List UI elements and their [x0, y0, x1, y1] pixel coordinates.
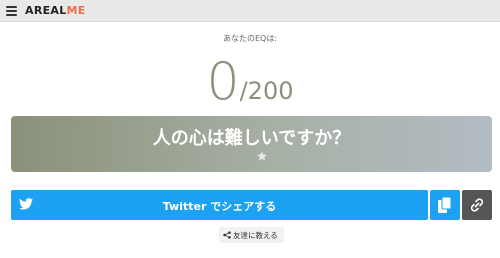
hamburger-menu-icon[interactable]	[6, 6, 17, 16]
logo-main-text: AREAL	[25, 4, 67, 17]
site-logo[interactable]: AREALME	[25, 4, 86, 17]
star-icon	[257, 151, 267, 161]
copy-button[interactable]	[430, 190, 460, 220]
twitter-share-button[interactable]: Twitter でシェアする	[11, 190, 428, 220]
twitter-share-label: Twitter でシェアする	[162, 200, 277, 213]
tell-friends-label: 友達に教える	[233, 231, 278, 240]
eq-score: 0/200	[0, 56, 500, 108]
score-value: 0	[206, 52, 240, 112]
score-max: /200	[239, 77, 294, 105]
copy-icon	[438, 197, 452, 213]
copy-link-button[interactable]	[462, 190, 492, 220]
top-bar: AREALME	[0, 0, 500, 22]
tell-friends-button[interactable]: 友達に教える	[219, 227, 284, 243]
eq-label: あなたのEQは:	[222, 34, 278, 43]
result-card: 人の心は難しいですか？	[11, 116, 492, 172]
result-title: 人の心は難しいですか？	[152, 128, 351, 149]
logo-accent-text: ME	[66, 4, 86, 17]
share-icon	[223, 231, 231, 239]
link-icon	[470, 198, 484, 212]
